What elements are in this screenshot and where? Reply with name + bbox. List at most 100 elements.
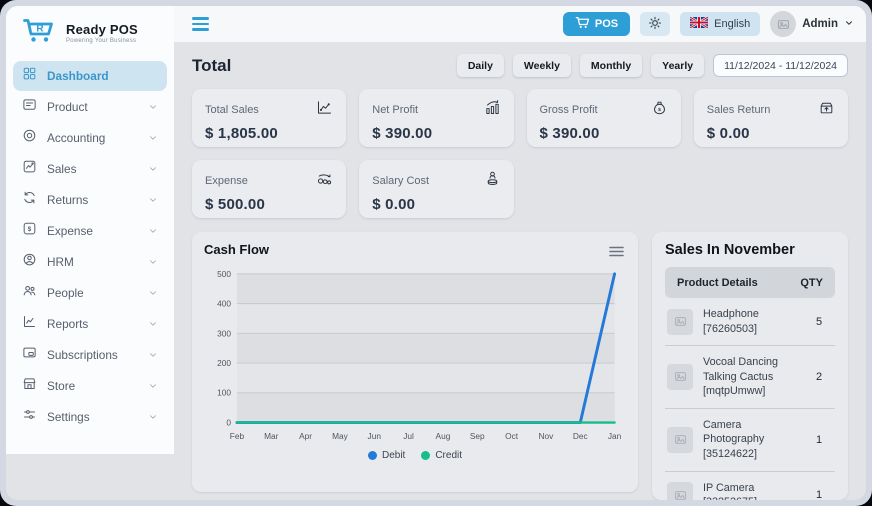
chevron-down-icon bbox=[844, 18, 854, 31]
svg-text:Dec: Dec bbox=[573, 431, 588, 441]
svg-text:Nov: Nov bbox=[539, 431, 555, 441]
sidebar-item-label: Settings bbox=[47, 410, 138, 424]
cart-logo-icon: R bbox=[22, 17, 58, 49]
product-thumbnail-icon bbox=[667, 309, 693, 335]
product-qty: 1 bbox=[805, 434, 833, 446]
svg-text:Mar: Mar bbox=[264, 431, 279, 441]
stat-label: Total Sales bbox=[205, 104, 259, 116]
product-thumbnail-icon bbox=[667, 427, 693, 453]
stat-card-gross-profit: Gross Profit $ $ 390.00 bbox=[527, 89, 681, 147]
stat-label: Net Profit bbox=[372, 104, 418, 116]
sidebar-item-label: Accounting bbox=[47, 131, 138, 145]
stat-card-salary-cost: Salary Cost $ 0.00 bbox=[359, 160, 513, 218]
language-selector[interactable]: English bbox=[680, 12, 760, 36]
stat-label: Sales Return bbox=[707, 104, 771, 116]
period-filters: Daily Weekly Monthly Yearly 11/12/2024 - 11… bbox=[457, 54, 848, 77]
chart-menu-icon[interactable] bbox=[607, 242, 626, 264]
svg-text:Jan: Jan bbox=[608, 431, 622, 441]
chevron-down-icon bbox=[148, 102, 158, 112]
sidebar-item-hrm[interactable]: HRM bbox=[13, 247, 167, 277]
chevron-down-icon bbox=[148, 381, 158, 391]
sales-icon bbox=[22, 159, 37, 179]
expense-icon: $ bbox=[22, 221, 37, 241]
hamburger-menu-button[interactable] bbox=[188, 13, 213, 34]
date-range-input[interactable]: 11/12/2024 - 11/12/2024 bbox=[713, 54, 848, 77]
stat-value: $ 390.00 bbox=[540, 125, 668, 142]
stat-card-sales-return: Sales Return $ 0.00 bbox=[694, 89, 848, 147]
sidebar-item-expense[interactable]: $ Expense bbox=[13, 216, 167, 246]
return-box-icon bbox=[818, 99, 835, 121]
logo-title: Ready POS bbox=[66, 22, 138, 37]
sidebar-item-accounting[interactable]: Accounting bbox=[13, 123, 167, 153]
sidebar-item-sales[interactable]: Sales bbox=[13, 154, 167, 184]
svg-text:Oct: Oct bbox=[505, 431, 519, 441]
product-icon bbox=[22, 97, 37, 117]
settings-icon bbox=[22, 407, 37, 427]
sales-row: Headphone [76260503] 5 bbox=[665, 298, 835, 346]
returns-icon bbox=[22, 190, 37, 210]
theme-toggle-button[interactable] bbox=[640, 12, 670, 36]
sidebar-item-reports[interactable]: Reports bbox=[13, 309, 167, 339]
stat-card-expense: Expense $ 500.00 bbox=[192, 160, 346, 218]
topbar-actions: POS English Admin bbox=[563, 11, 854, 37]
dashboard-grid-icon bbox=[22, 66, 37, 86]
chevron-down-icon bbox=[148, 164, 158, 174]
stat-label: Gross Profit bbox=[540, 104, 598, 116]
product-name: IP Camera [33252675] bbox=[703, 481, 795, 501]
sidebar-item-label: Expense bbox=[47, 224, 138, 238]
cashflow-chart: 0100200300400500FebMarAprMayJunJulAugSep… bbox=[204, 266, 626, 448]
pos-button[interactable]: POS bbox=[563, 12, 630, 36]
sidebar-item-people[interactable]: People bbox=[13, 278, 167, 308]
legend-item-debit[interactable]: Debit bbox=[368, 450, 405, 461]
people-icon bbox=[22, 283, 37, 303]
svg-text:400: 400 bbox=[217, 299, 231, 309]
svg-text:Aug: Aug bbox=[436, 431, 451, 441]
app-window: R Ready POS Powering Your Business Dashb… bbox=[6, 6, 866, 500]
stat-card-net-profit: Net Profit $ 390.00 bbox=[359, 89, 513, 147]
brand-logo[interactable]: R Ready POS Powering Your Business bbox=[6, 6, 174, 57]
sales-row: Camera Photography [35124622] 1 bbox=[665, 409, 835, 472]
svg-text:May: May bbox=[332, 431, 349, 441]
sidebar-item-settings[interactable]: Settings bbox=[13, 402, 167, 432]
user-menu[interactable]: Admin bbox=[770, 11, 854, 37]
sidebar-item-dashboard[interactable]: Dashboard bbox=[13, 61, 167, 91]
filter-yearly-button[interactable]: Yearly bbox=[651, 54, 704, 77]
sidebar-item-store[interactable]: Store bbox=[13, 371, 167, 401]
filter-monthly-button[interactable]: Monthly bbox=[580, 54, 642, 77]
stat-cards: Total Sales $ 1,805.00 Net Profit $ 390.… bbox=[192, 89, 848, 218]
bar-growth-icon bbox=[484, 99, 501, 121]
legend-item-credit[interactable]: Credit bbox=[421, 450, 462, 461]
store-icon bbox=[22, 376, 37, 396]
svg-text:$: $ bbox=[658, 107, 661, 113]
subscriptions-icon bbox=[22, 345, 37, 365]
sidebar-item-subscriptions[interactable]: Subscriptions bbox=[13, 340, 167, 370]
money-bag-icon: $ bbox=[651, 99, 668, 121]
chevron-down-icon bbox=[148, 195, 158, 205]
product-thumbnail-icon bbox=[667, 364, 693, 390]
filter-weekly-button[interactable]: Weekly bbox=[513, 54, 571, 77]
stat-label: Salary Cost bbox=[372, 175, 429, 187]
stat-value: $ 500.00 bbox=[205, 196, 333, 213]
sidebar-item-returns[interactable]: Returns bbox=[13, 185, 167, 215]
sidebar-item-label: Reports bbox=[47, 317, 138, 331]
stat-label: Expense bbox=[205, 175, 248, 187]
filter-daily-button[interactable]: Daily bbox=[457, 54, 504, 77]
product-qty: 5 bbox=[805, 316, 833, 328]
column-product-details: Product Details bbox=[677, 277, 758, 289]
language-label: English bbox=[714, 18, 750, 30]
sales-panel-title: Sales In November bbox=[665, 242, 835, 258]
user-name: Admin bbox=[802, 18, 838, 30]
avatar bbox=[770, 11, 796, 37]
pos-button-label: POS bbox=[595, 18, 618, 30]
uk-flag-icon bbox=[690, 17, 708, 31]
page-title: Total bbox=[192, 56, 231, 76]
sidebar-item-label: Subscriptions bbox=[47, 348, 138, 362]
stat-card-total-sales: Total Sales $ 1,805.00 bbox=[192, 89, 346, 147]
sidebar: R Ready POS Powering Your Business Dashb… bbox=[6, 6, 174, 454]
product-qty: 1 bbox=[805, 489, 833, 500]
sidebar-item-product[interactable]: Product bbox=[13, 92, 167, 122]
stat-value: $ 0.00 bbox=[372, 196, 500, 213]
sun-icon bbox=[648, 16, 662, 33]
bottom-row: Cash Flow 0100200300400500FebMarAprMayJu… bbox=[192, 232, 848, 500]
chart-legend: Debit Credit bbox=[204, 448, 626, 465]
